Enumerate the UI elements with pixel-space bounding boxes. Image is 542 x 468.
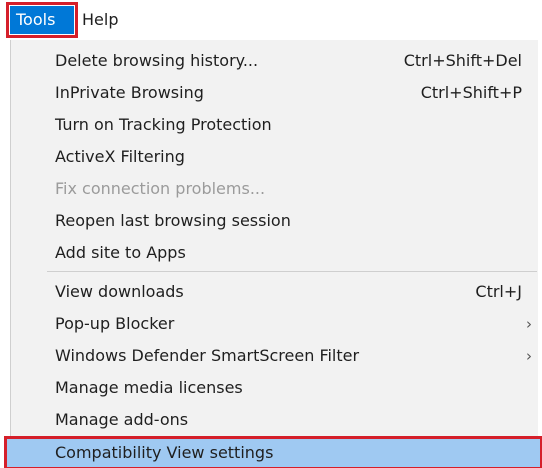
menu-item-label: Windows Defender SmartScreen Filter xyxy=(55,346,360,365)
menu-item-label: InPrivate Browsing xyxy=(55,83,204,102)
menu-item-manage-add-ons[interactable]: Manage add-ons xyxy=(11,404,538,436)
menu-item-activex-filtering[interactable]: ActiveX Filtering xyxy=(11,141,538,173)
menu-separator xyxy=(47,271,537,272)
menu-item-add-site-to-apps[interactable]: Add site to Apps xyxy=(11,237,538,269)
menu-item-reopen-last-session[interactable]: Reopen last browsing session xyxy=(11,205,538,237)
menu-item-shortcut: Ctrl+Shift+Del xyxy=(403,51,522,70)
screen: Tools Help Delete browsing history... Ct… xyxy=(0,0,542,468)
menu-item-inprivate-browsing[interactable]: InPrivate Browsing Ctrl+Shift+P xyxy=(11,77,538,109)
menu-item-view-downloads[interactable]: View downloads Ctrl+J xyxy=(11,276,538,308)
menu-help[interactable]: Help xyxy=(80,6,130,34)
menu-item-compatibility-view-settings[interactable]: Compatibility View settings xyxy=(4,436,542,468)
menu-item-label: Turn on Tracking Protection xyxy=(55,115,272,134)
menu-item-smartscreen-filter[interactable]: Windows Defender SmartScreen Filter › xyxy=(11,340,538,372)
tools-dropdown-menu: Delete browsing history... Ctrl+Shift+De… xyxy=(4,40,542,468)
menu-item-tracking-protection[interactable]: Turn on Tracking Protection xyxy=(11,109,538,141)
menu-item-delete-browsing-history[interactable]: Delete browsing history... Ctrl+Shift+De… xyxy=(11,45,538,77)
menu-item-label: Delete browsing history... xyxy=(55,51,259,70)
menu-item-fix-connection-problems: Fix connection problems... xyxy=(11,173,538,205)
menu-item-label: Manage add-ons xyxy=(55,410,189,429)
menu-item-label: Fix connection problems... xyxy=(55,179,266,198)
menu-item-label: Add site to Apps xyxy=(55,243,186,262)
menu-item-label: View downloads xyxy=(55,282,184,301)
menu-bar: Tools Help xyxy=(0,0,542,40)
menu-item-label: ActiveX Filtering xyxy=(55,147,185,166)
menu-item-label: Reopen last browsing session xyxy=(55,211,291,230)
menu-item-shortcut: Ctrl+J xyxy=(475,282,522,301)
menu-tools[interactable]: Tools xyxy=(6,2,78,38)
chevron-right-icon: › xyxy=(526,347,532,365)
menu-item-label: Compatibility View settings xyxy=(55,443,274,462)
menu-item-label: Pop-up Blocker xyxy=(55,314,175,333)
chevron-right-icon: › xyxy=(526,315,532,333)
menu-item-popup-blocker[interactable]: Pop-up Blocker › xyxy=(11,308,538,340)
menu-item-label: Manage media licenses xyxy=(55,378,243,397)
menu-item-shortcut: Ctrl+Shift+P xyxy=(420,83,522,102)
menu-item-manage-media-licenses[interactable]: Manage media licenses xyxy=(11,372,538,404)
